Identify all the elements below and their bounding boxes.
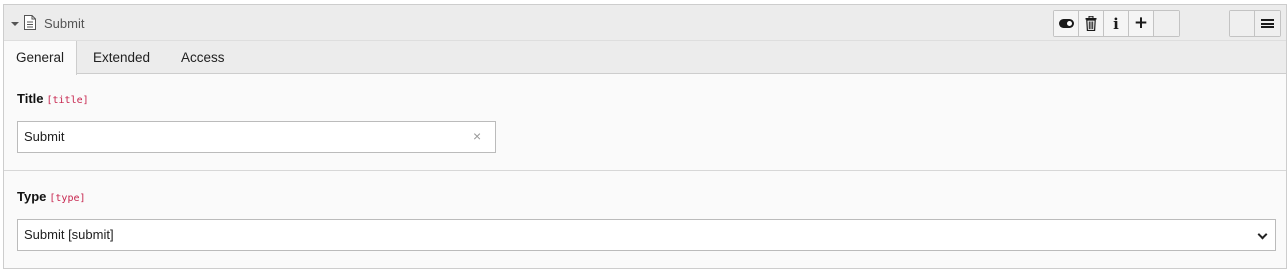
type-select-value: Submit [submit] xyxy=(24,227,114,242)
info-button[interactable]: i xyxy=(1104,11,1129,36)
title-field-key: [title] xyxy=(46,95,89,106)
document-icon xyxy=(24,15,36,30)
title-label-text: Title xyxy=(17,91,44,106)
collapse-caret-icon[interactable] xyxy=(11,22,19,26)
delete-button[interactable] xyxy=(1079,11,1104,36)
toolbar-blank-button[interactable] xyxy=(1230,11,1255,36)
add-element-button[interactable]: + xyxy=(1129,11,1154,36)
type-label-text: Type xyxy=(17,189,47,204)
more-menu-button[interactable] xyxy=(1255,11,1280,36)
title-field-label: Title [title] xyxy=(17,91,89,106)
element-toolbar: i + xyxy=(1053,10,1180,37)
field-divider xyxy=(4,170,1286,171)
info-icon: i xyxy=(1113,14,1119,33)
form-element-panel: Submit i + General Extended Access Title… xyxy=(3,4,1287,269)
trash-icon xyxy=(1085,16,1097,31)
panel-title: Submit xyxy=(44,16,85,31)
toggle-visibility-icon xyxy=(1058,19,1074,28)
toggle-visibility-button[interactable] xyxy=(1054,11,1079,36)
tab-extended[interactable]: Extended xyxy=(81,41,162,74)
panel-header: Submit i + xyxy=(4,5,1286,41)
type-field-key: [type] xyxy=(49,193,86,204)
toolbar-blank-button[interactable] xyxy=(1154,11,1179,36)
clear-icon[interactable]: × xyxy=(473,128,481,144)
chevron-down-icon xyxy=(1257,229,1268,240)
tab-bar: General Extended Access xyxy=(4,41,1286,75)
tab-access[interactable]: Access xyxy=(169,41,237,74)
tab-general[interactable]: General xyxy=(4,41,78,75)
menu-icon xyxy=(1261,19,1274,28)
plus-icon: + xyxy=(1133,13,1149,33)
type-field-label: Type [type] xyxy=(17,189,86,204)
title-input[interactable]: Submit xyxy=(17,121,496,153)
secondary-toolbar xyxy=(1229,10,1281,37)
type-select[interactable]: Submit [submit] xyxy=(17,219,1276,251)
